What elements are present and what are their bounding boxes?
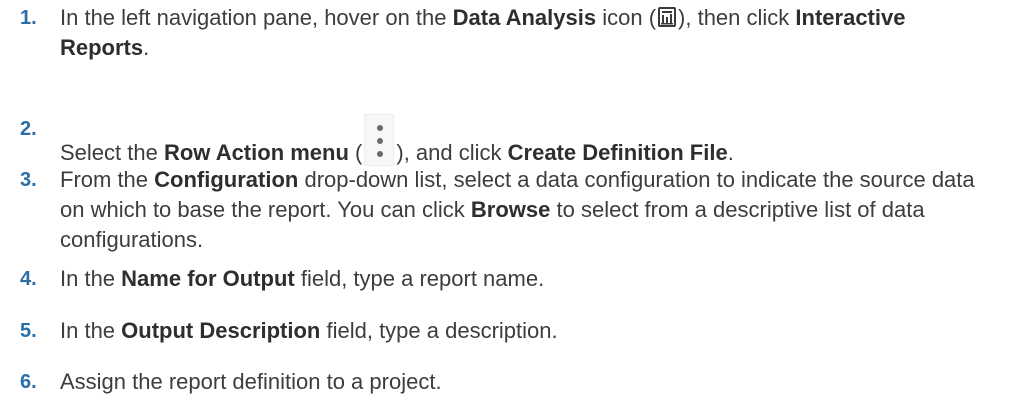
ui-term: Name for Output <box>121 266 295 291</box>
step-number: 2. <box>20 118 37 140</box>
step-4: 4. In the Name for Output field, type a … <box>20 264 1000 294</box>
step-text: Assign the report definition to a projec… <box>60 369 442 394</box>
step-text: In the Output Description field, type a … <box>60 318 558 343</box>
step-text: In the Name for Output field, type a rep… <box>60 266 545 291</box>
step-number: 5. <box>20 320 37 342</box>
step-number: 6. <box>20 371 37 393</box>
step-number: 1. <box>20 7 37 29</box>
step-2: 2. Select the Row Action menu (), and cl… <box>20 114 1000 168</box>
step-number: 4. <box>20 268 37 290</box>
data-analysis-icon <box>658 7 677 27</box>
ui-term: Browse <box>470 197 551 222</box>
step-text: From the Configuration drop-down list, s… <box>60 167 975 252</box>
step-3: 3. From the Configuration drop-down list… <box>20 165 1000 255</box>
ui-term: Create Definition File <box>507 140 728 165</box>
step-text: In the left navigation pane, hover on th… <box>60 5 906 60</box>
ui-term: Row Action menu <box>163 140 349 165</box>
step-5: 5. In the Output Description field, type… <box>20 316 1000 346</box>
ui-term: Configuration <box>154 167 299 192</box>
step-1: 1. In the left navigation pane, hover on… <box>20 3 1000 63</box>
row-action-menu-icon <box>364 114 395 166</box>
step-text: Select the Row Action menu (), and click… <box>60 114 1000 168</box>
step-6: 6. Assign the report definition to a pro… <box>20 367 1000 397</box>
step-number: 3. <box>20 169 37 191</box>
ui-term: Data Analysis <box>452 5 597 30</box>
ui-term: Output Description <box>121 318 321 343</box>
